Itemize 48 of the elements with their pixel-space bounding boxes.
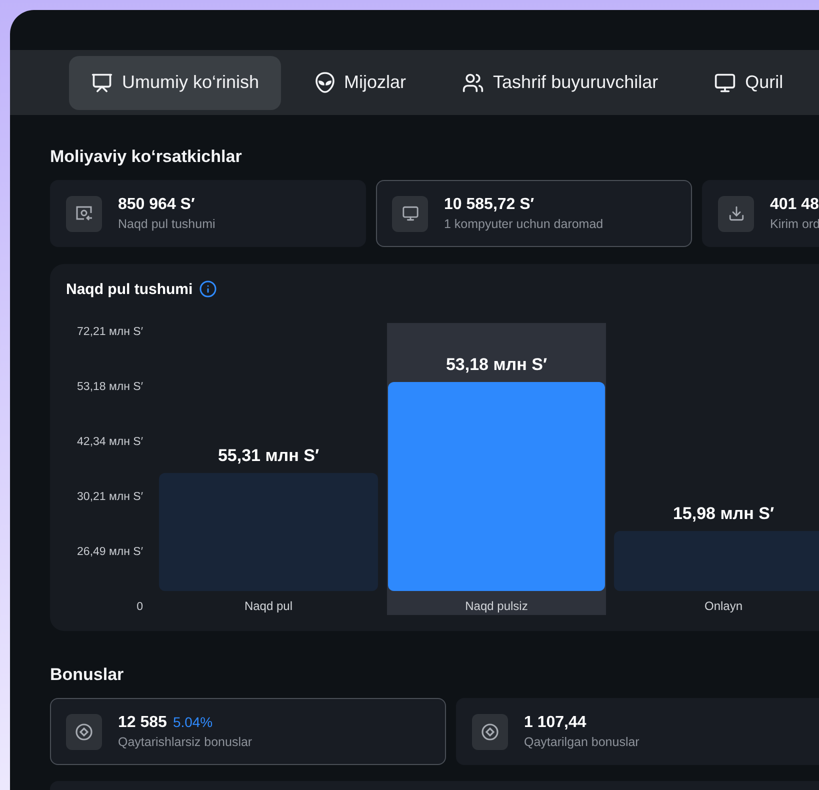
bonus-value: 1 107,44 bbox=[524, 714, 586, 732]
monitor-icon bbox=[714, 72, 736, 94]
bonus-label: Qaytarilgan bonuslar bbox=[524, 735, 640, 749]
presentation-icon bbox=[91, 72, 113, 94]
bonus-card[interactable]: 12 585 5.04% Qaytarishlarsiz bonuslar bbox=[50, 698, 446, 765]
bar-value-label: 15,98 млн S′ bbox=[672, 504, 774, 523]
section-title: Moliyaviy ko‘rsatkichlar bbox=[50, 147, 243, 167]
change-percent: 5.04% bbox=[172, 714, 213, 730]
section-title: Bonuslar bbox=[50, 665, 125, 685]
bar[interactable] bbox=[388, 382, 605, 591]
category-label: Naqd pul bbox=[244, 599, 293, 613]
bar-value-label: 55,31 млн S′ bbox=[218, 446, 320, 465]
axis-label: 72,21 млн S′ bbox=[77, 326, 143, 338]
tab[interactable]: Mijozlar bbox=[293, 56, 428, 110]
tab[interactable]: Umumiy ko‘rinish bbox=[69, 56, 282, 110]
bonus-card[interactable]: 1 107,44 Qaytarilgan bonuslar bbox=[456, 698, 819, 765]
bonus-label: Qaytarishlarsiz bonuslar bbox=[118, 735, 252, 749]
bar[interactable] bbox=[159, 473, 378, 591]
axis-label: 0 bbox=[136, 601, 143, 613]
alien-icon bbox=[315, 72, 336, 94]
stat-value: 10 585,72 S′ bbox=[444, 196, 534, 214]
stat-card[interactable]: 10 585,72 S′ 1 kompyuter uchun daromad bbox=[376, 180, 692, 247]
chart-title: Naqd pul tushumi bbox=[66, 280, 193, 298]
info-icon[interactable] bbox=[198, 280, 217, 298]
stat-card[interactable]: 401 48 Kirim ord bbox=[702, 180, 819, 247]
tab[interactable]: Quril bbox=[692, 56, 806, 110]
category-label: Naqd pulsiz bbox=[465, 599, 528, 613]
screen-arrow-icon bbox=[75, 204, 93, 222]
axis-label: 42,34 млн S′ bbox=[77, 436, 143, 448]
monitor-icon bbox=[402, 205, 418, 222]
users-icon bbox=[462, 72, 484, 94]
tab[interactable]: Tashrif buyuruvchilar bbox=[440, 56, 680, 110]
coin-icon bbox=[75, 722, 93, 740]
bar[interactable] bbox=[614, 531, 819, 591]
stat-label: Naqd pul tushumi bbox=[118, 217, 216, 231]
bonus-value: 12 585 bbox=[118, 714, 167, 732]
bar-value-label: 53,18 млн S′ bbox=[446, 355, 548, 374]
stat-value: 401 48 bbox=[770, 196, 819, 214]
download-icon bbox=[728, 205, 744, 222]
stat-card[interactable]: 850 964 S′ Naqd pul tushumi bbox=[50, 180, 366, 247]
axis-label: 53,18 млн S′ bbox=[77, 381, 143, 393]
axis-label: 30,21 млн S′ bbox=[77, 491, 143, 503]
stat-value: 850 964 S′ bbox=[118, 196, 195, 214]
axis-label: 26,49 млн S′ bbox=[77, 546, 143, 558]
coin-icon bbox=[481, 722, 499, 740]
stat-label: Kirim ord bbox=[770, 217, 819, 231]
stat-label: 1 kompyuter uchun daromad bbox=[444, 217, 604, 231]
category-label: Onlayn bbox=[704, 599, 743, 613]
